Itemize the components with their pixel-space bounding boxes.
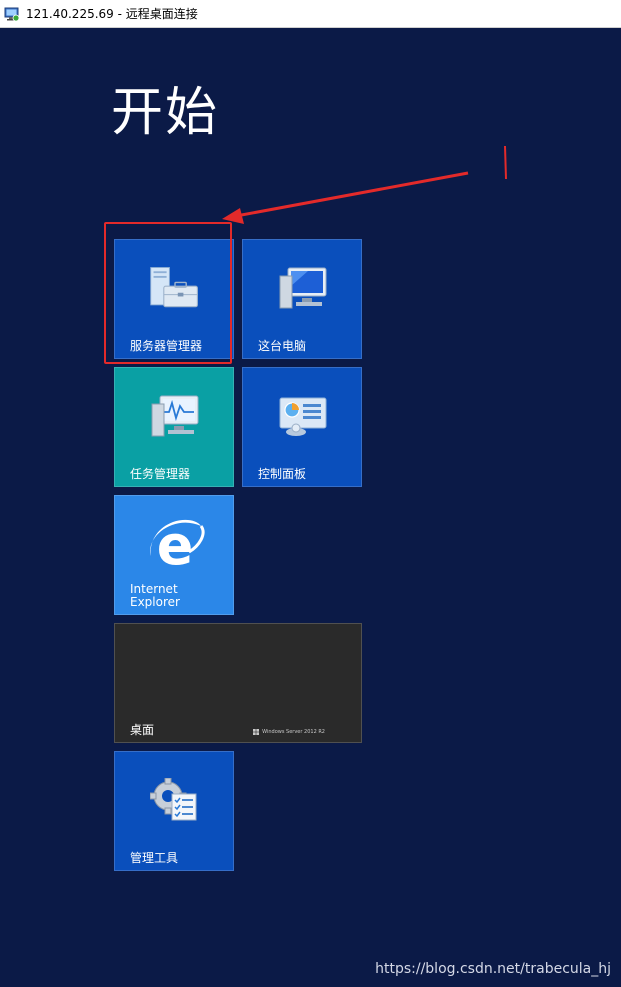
svg-text:e: e [157, 516, 194, 576]
windows-server-brand-text: Windows Server 2012 R2 [262, 729, 325, 735]
tile-desktop[interactable]: 桌面 Windows Server 2012 R2 [114, 623, 362, 743]
tile-label: 这台电脑 [258, 339, 307, 353]
watermark-text: https://blog.csdn.net/trabecula_hj [375, 961, 611, 977]
tile-control-panel[interactable]: 控制面板 [242, 367, 362, 487]
tile-label: 任务管理器 [130, 467, 191, 481]
remote-desktop-icon [4, 7, 20, 21]
internet-explorer-icon: e [150, 516, 205, 576]
tile-label: 控制面板 [258, 467, 307, 481]
computer-icon [279, 267, 327, 309]
tile-label: 管理工具 [130, 851, 179, 865]
window-titlebar[interactable]: 121.40.225.69 - 远程桌面连接 [0, 0, 621, 28]
tile-label: 服务器管理器 [130, 339, 203, 353]
tile-label: Internet Explorer [130, 583, 180, 609]
windows-server-brand: Windows Server 2012 R2 [253, 729, 325, 735]
admin-tools-icon [150, 778, 197, 821]
tile-label-line1: Internet [130, 582, 178, 596]
tile-server-manager[interactable]: 服务器管理器 [114, 239, 234, 359]
tile-label: 桌面 [130, 723, 155, 737]
tile-admin-tools[interactable]: 管理工具 [114, 751, 234, 871]
start-heading: 开始 [111, 83, 220, 143]
tile-this-pc[interactable]: 这台电脑 [242, 239, 362, 359]
tile-internet-explorer[interactable]: e Internet Explorer [114, 495, 234, 615]
tile-label-line2: Explorer [130, 595, 180, 609]
task-manager-icon [151, 395, 199, 437]
server-manager-icon [150, 267, 198, 308]
windows-logo-icon [253, 729, 260, 735]
control-panel-icon [279, 397, 327, 436]
annotation-arrow [222, 145, 507, 224]
tile-task-manager[interactable]: 任务管理器 [114, 367, 234, 487]
window-title: 121.40.225.69 - 远程桌面连接 [26, 7, 198, 21]
